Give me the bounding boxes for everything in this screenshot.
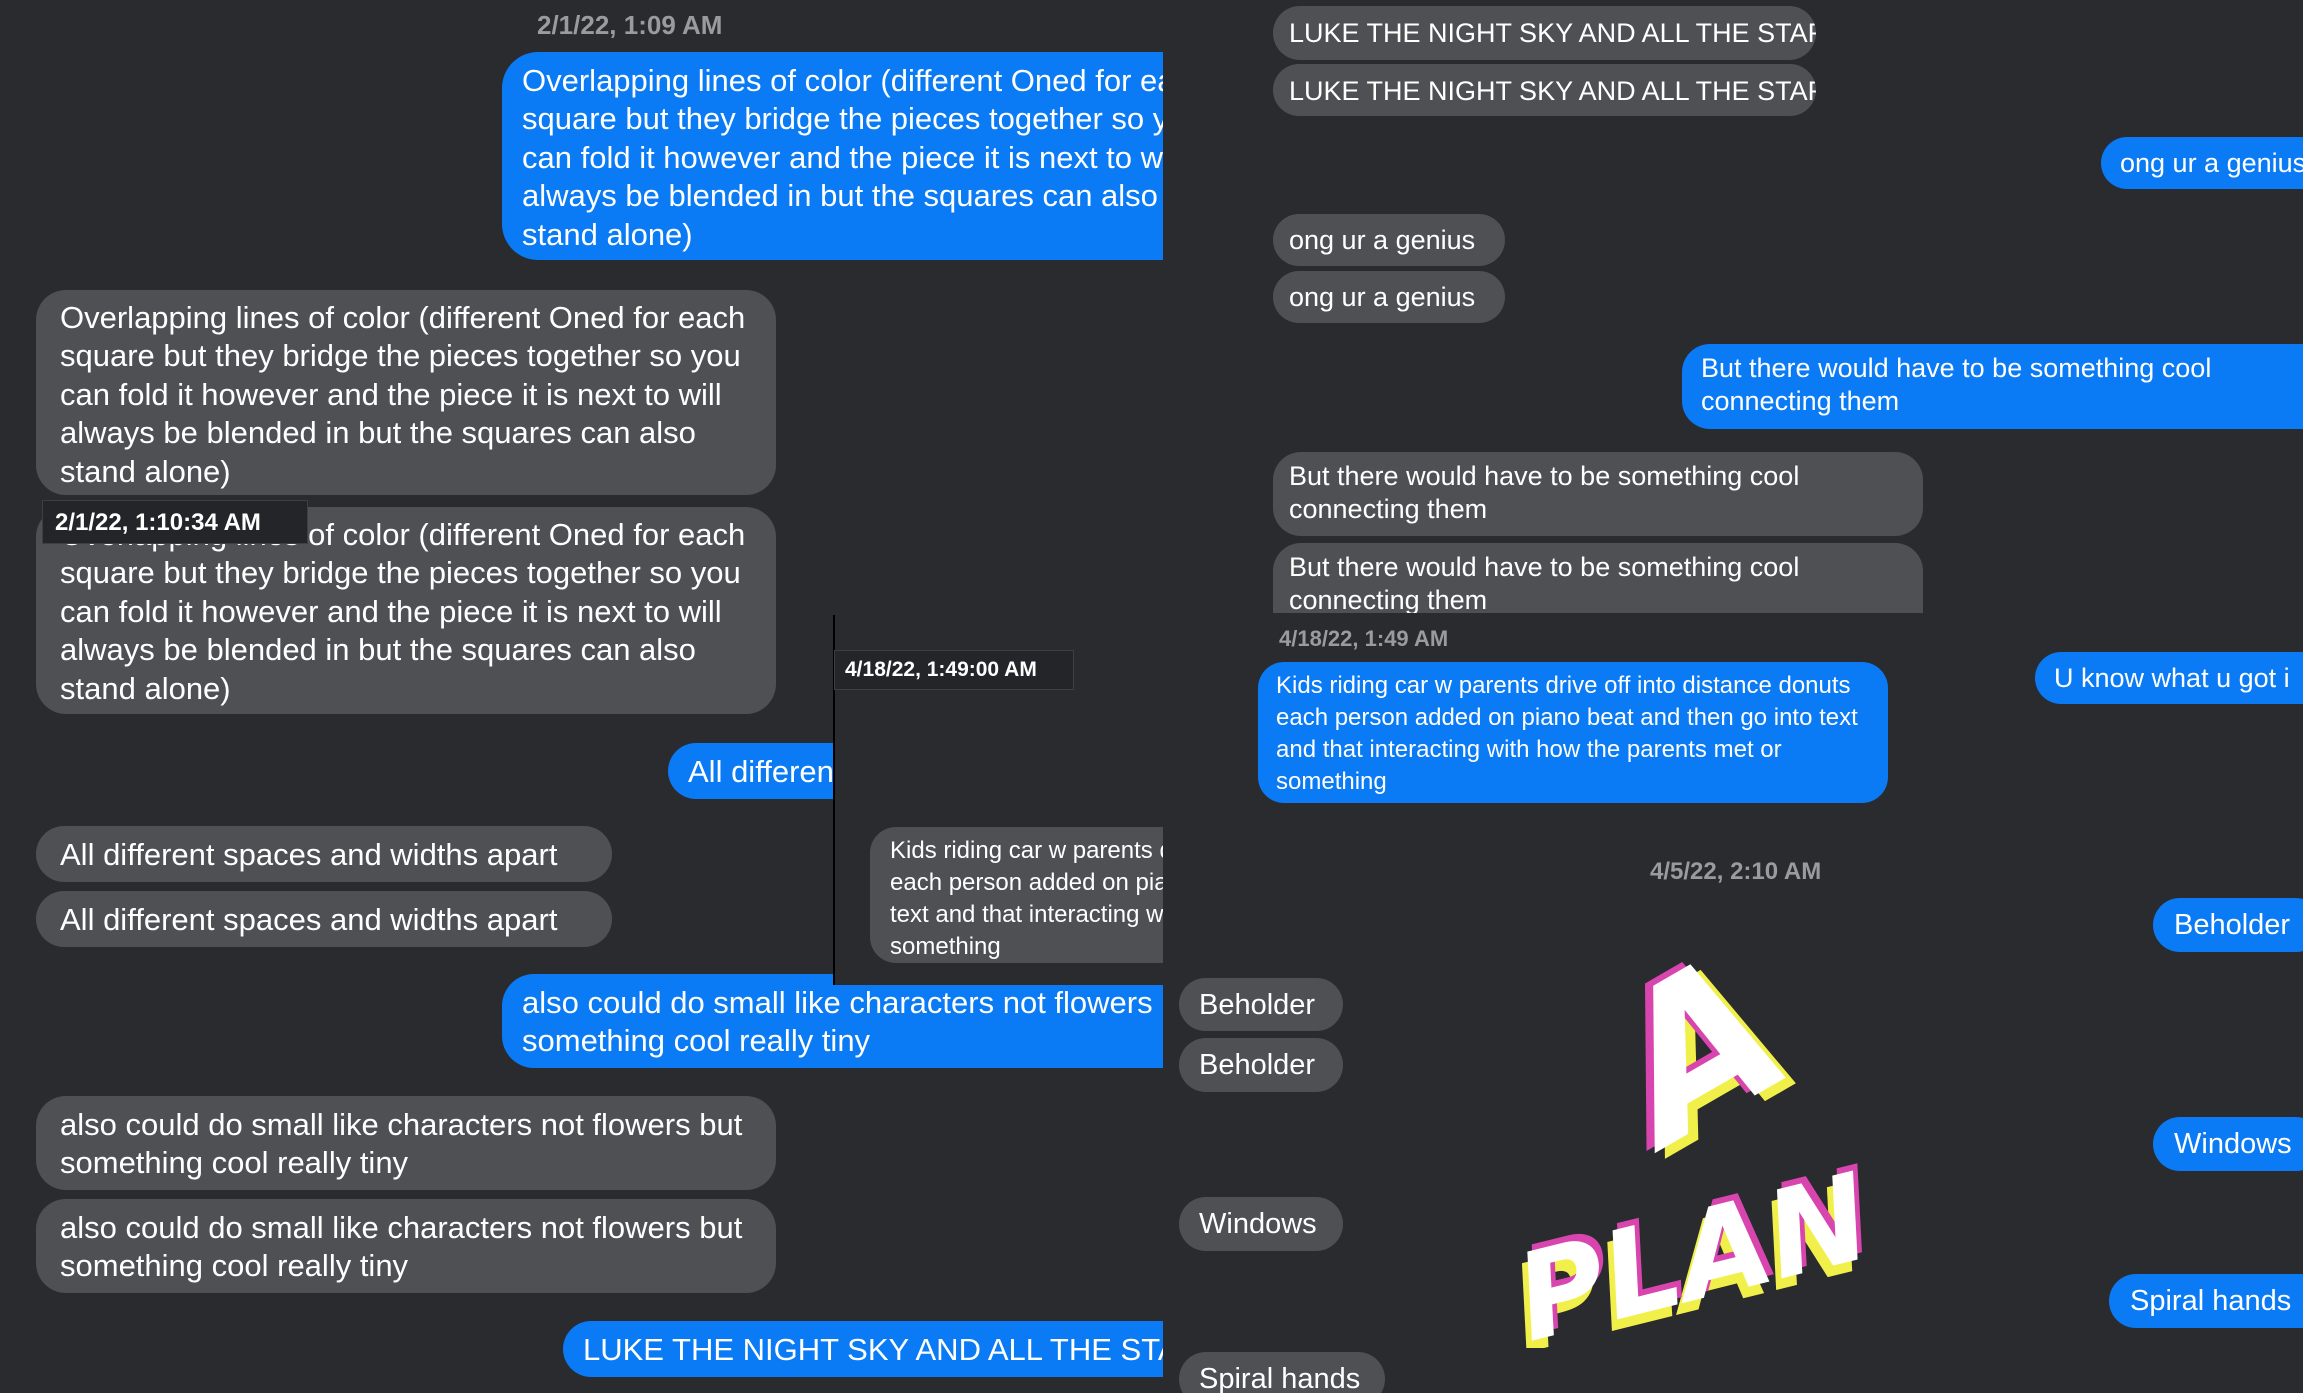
- timestamp-header: 2/1/22, 1:09 AM: [537, 10, 723, 40]
- message-text: Beholder: [1199, 1049, 1316, 1081]
- message-text: also could do small like characters not …: [522, 985, 1170, 1059]
- received-message-cool[interactable]: But there would have to be something coo…: [1273, 543, 1923, 613]
- message-text: All different spaces and widths apart: [60, 837, 558, 872]
- received-message-genius[interactable]: ong ur a genius: [1273, 271, 1505, 323]
- message-text: ong ur a genius: [2120, 148, 2303, 178]
- message-text: ong ur a genius: [1289, 282, 1476, 312]
- sent-message-genius[interactable]: ong ur a genius: [2101, 137, 2303, 189]
- sent-message-spiral[interactable]: Spiral hands: [2109, 1274, 2303, 1328]
- sent-message-kids[interactable]: Kids riding car w parents drive off into…: [1258, 662, 1888, 803]
- message-text: Overlapping lines of color (different On…: [522, 63, 1170, 252]
- message-text: But there would have to be something coo…: [1289, 552, 1800, 613]
- message-text: Kids riding car w parents drive off into…: [890, 837, 1163, 960]
- received-message-luke[interactable]: LUKE THE NIGHT SKY AND ALL THE STARS: [1273, 64, 1816, 116]
- message-text: Beholder: [1199, 989, 1316, 1021]
- received-message-luke[interactable]: LUKE THE NIGHT SKY AND ALL THE STARS: [1273, 6, 1816, 60]
- message-text: Overlapping lines of color (different On…: [60, 300, 746, 489]
- sent-message-know[interactable]: U know what u got i: [2035, 652, 2303, 704]
- received-message-small[interactable]: also could do small like characters not …: [36, 1199, 776, 1293]
- received-message-small[interactable]: also could do small like characters not …: [36, 1096, 776, 1190]
- sent-message-windows[interactable]: Windows: [2153, 1117, 2303, 1171]
- message-text: Overlapping lines of color (different On…: [60, 517, 746, 706]
- message-text: LUKE THE NIGHT SKY AND ALL THE STARS: [1289, 76, 1816, 106]
- message-text: Windows: [1199, 1208, 1317, 1240]
- bottom-right-screenshot-panel: 4/5/22, 2:10 AM Beholder Beholder Window…: [1163, 838, 2303, 1393]
- message-text: Beholder: [2174, 909, 2291, 941]
- message-text: Windows: [2174, 1128, 2292, 1160]
- message-text: All different spaces and widths apart: [60, 902, 558, 937]
- message-text: also could do small like characters not …: [60, 1107, 743, 1181]
- sent-message-luke[interactable]: LUKE THE NIGHT SKY AND ALL THE STARS: [563, 1321, 1170, 1377]
- timestamp-header: 4/5/22, 2:10 AM: [1650, 858, 1822, 885]
- received-message-overlapping[interactable]: Overlapping lines of color (different On…: [36, 290, 776, 495]
- received-message-genius[interactable]: ong ur a genius: [1273, 214, 1505, 266]
- message-text: Spiral hands: [1199, 1363, 1361, 1393]
- message-text: Spiral hands: [2130, 1285, 2292, 1317]
- hover-timestamp-tooltip: 2/1/22, 1:10:34 AM: [42, 500, 308, 544]
- message-text: But there would have to be something coo…: [1289, 461, 1800, 525]
- message-text: also could do small like characters not …: [60, 1210, 743, 1284]
- received-message-cool[interactable]: But there would have to be something coo…: [1273, 452, 1923, 536]
- received-message-beholder[interactable]: Beholder: [1179, 1038, 1343, 1092]
- top-right-screenshot-panel: LUKE THE NIGHT SKY AND ALL THE STARS LUK…: [1163, 0, 2303, 838]
- sent-message-beholder[interactable]: Beholder: [2153, 898, 2303, 952]
- a-plan-sticker: A A A PLAN PLAN PLAN: [1497, 908, 1887, 1348]
- sent-message-cool[interactable]: But there would have to be something coo…: [1682, 344, 2303, 429]
- message-text: LUKE THE NIGHT SKY AND ALL THE STARS: [583, 1332, 1170, 1367]
- timestamp-header: 4/18/22, 1:49 AM: [1279, 626, 1449, 651]
- sent-message-overlapping[interactable]: Overlapping lines of color (different On…: [502, 52, 1170, 260]
- hover-timestamp-tooltip: 4/18/22, 1:49:00 AM: [834, 650, 1074, 690]
- received-message-windows[interactable]: Windows: [1179, 1197, 1343, 1251]
- received-message-beholder[interactable]: Beholder: [1179, 978, 1343, 1031]
- message-text: U know what u got i: [2054, 663, 2290, 693]
- sent-message-small[interactable]: also could do small like characters not …: [502, 974, 1170, 1068]
- message-text: But there would have to be something coo…: [1701, 353, 2212, 417]
- received-message-kids[interactable]: Kids riding car w parents drive off into…: [870, 827, 1163, 963]
- received-message-spaces[interactable]: All different spaces and widths apart: [36, 891, 612, 947]
- middle-screenshot-panel: 4/18/22, 1:49:00 AM Kids riding car w pa…: [833, 615, 1163, 985]
- message-text: ong ur a genius: [1289, 225, 1476, 255]
- messages-collage: { "left_panel": { "timestamp_header": "2…: [0, 0, 2303, 1393]
- message-text: Kids riding car w parents drive off into…: [1276, 672, 1858, 795]
- message-text: LUKE THE NIGHT SKY AND ALL THE STARS: [1289, 18, 1816, 48]
- received-message-spaces[interactable]: All different spaces and widths apart: [36, 826, 612, 882]
- received-message-spiral[interactable]: Spiral hands: [1179, 1352, 1385, 1393]
- sticker-letter-a: A: [1562, 909, 1824, 1195]
